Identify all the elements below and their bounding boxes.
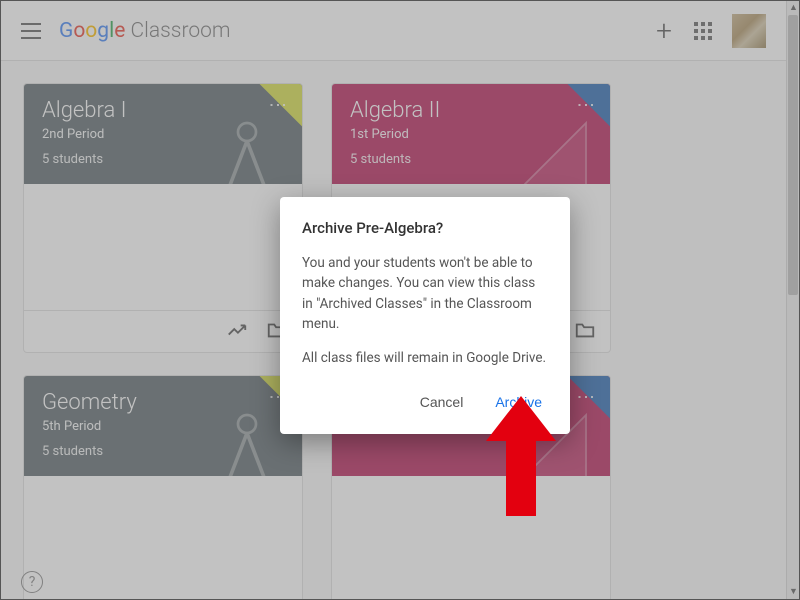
- archive-dialog: Archive Pre-Algebra? You and your studen…: [280, 197, 570, 434]
- archive-button[interactable]: Archive: [491, 388, 546, 416]
- dialog-title: Archive Pre-Algebra?: [302, 219, 548, 237]
- dialog-body-1: You and your students won't be able to m…: [302, 253, 548, 334]
- dialog-body-2: All class files will remain in Google Dr…: [302, 348, 548, 368]
- cancel-button[interactable]: Cancel: [416, 388, 468, 416]
